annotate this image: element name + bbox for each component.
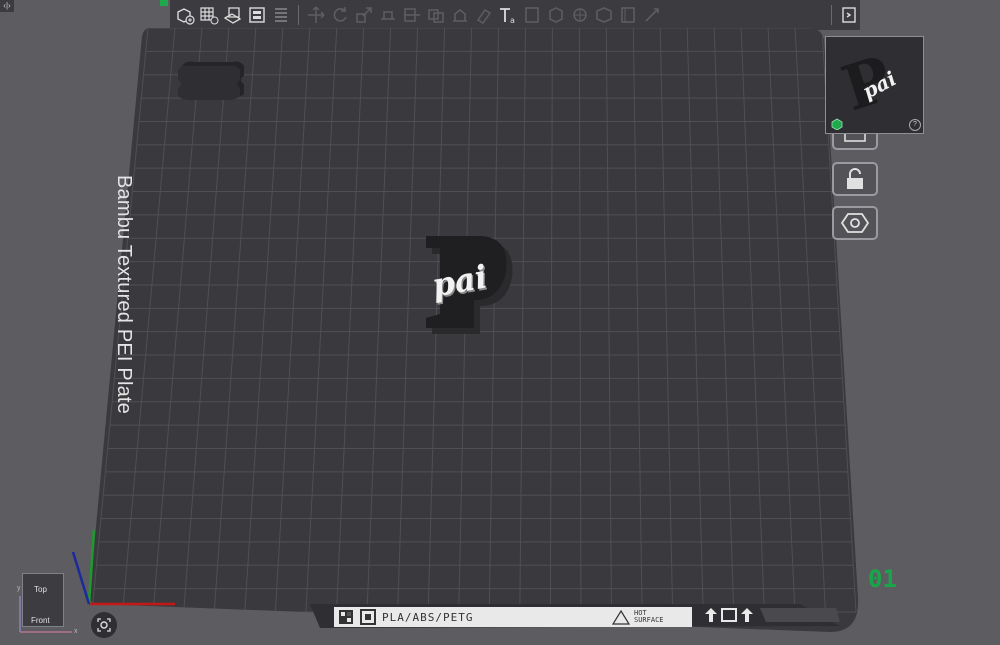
arrow-up-icon <box>705 608 717 622</box>
plate-type-label: Bambu Textured PEI Plate <box>113 175 135 415</box>
warning-icon <box>612 609 630 625</box>
object-preview[interactable]: P pai ? <box>825 36 924 134</box>
settings-icon <box>840 213 870 233</box>
lock-icon <box>847 168 863 189</box>
help-icon[interactable]: ? <box>909 119 921 131</box>
filament-compat-label: PLA/ABS/PETG <box>382 610 474 624</box>
camera-reset-button[interactable] <box>91 612 117 638</box>
plate-number: 01 <box>868 565 897 593</box>
hot-surface-label: HOT SURFACE <box>634 609 664 624</box>
camera-icon <box>97 618 111 632</box>
plate-logo-tab <box>178 61 244 100</box>
square-icon <box>721 608 737 622</box>
cube-icon <box>831 118 843 130</box>
lock-button[interactable] <box>832 162 878 196</box>
mini-axis-gizmo <box>19 596 72 633</box>
strip-arrows <box>704 607 754 623</box>
qr-code-icon <box>339 610 353 624</box>
plate-info-strip: PLA/ABS/PETG HOT SURFACE <box>334 607 692 627</box>
mini-axis-y: y <box>17 585 21 592</box>
plate-icon <box>360 609 376 625</box>
settings-button[interactable] <box>832 206 878 240</box>
arrow-up-icon <box>741 608 753 622</box>
mini-axis-x: x <box>74 628 78 635</box>
